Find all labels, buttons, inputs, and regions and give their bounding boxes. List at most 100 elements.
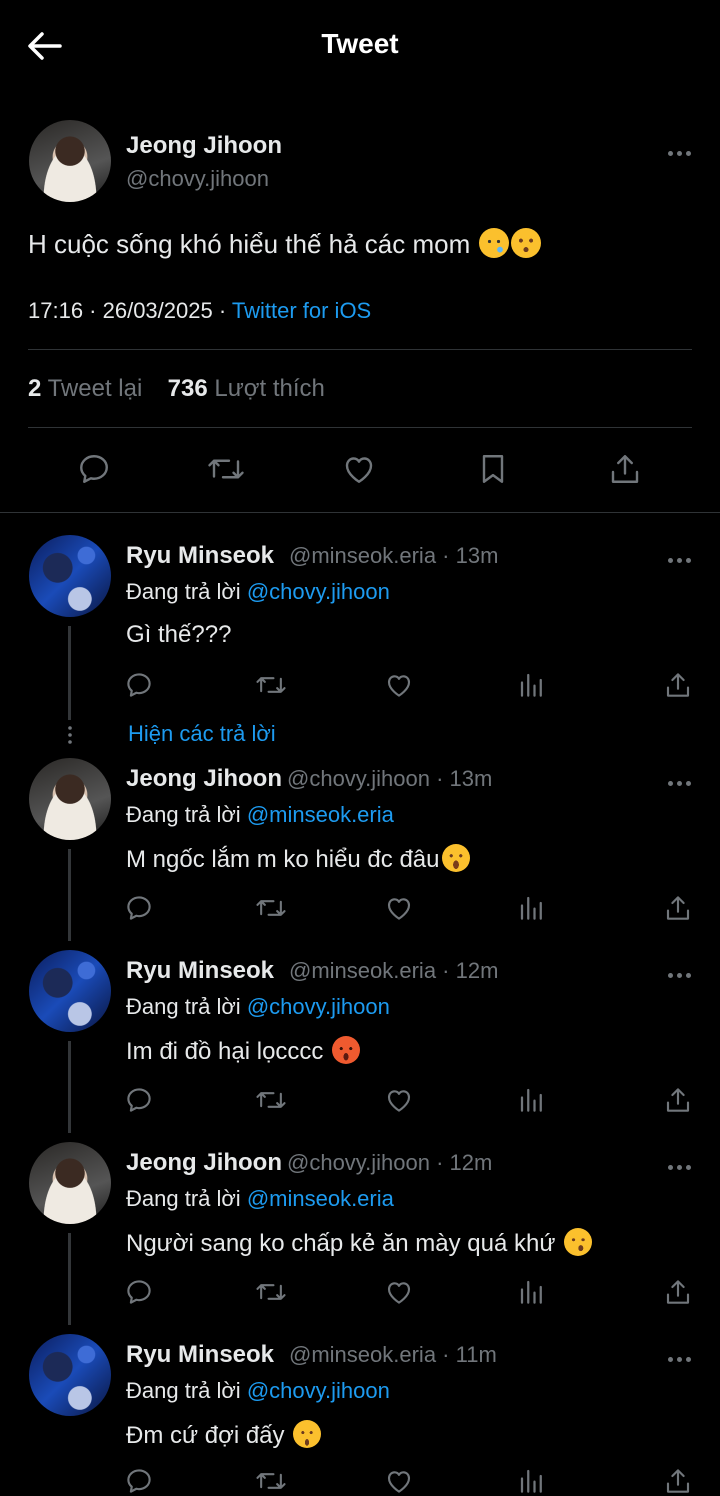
bookmark-icon[interactable] bbox=[475, 451, 511, 487]
views-icon[interactable] bbox=[517, 1277, 547, 1307]
thread-dots-icon bbox=[68, 726, 72, 744]
reply-text-body: M ngốc lắm m ko hiểu đc đâu bbox=[126, 846, 440, 873]
reply-author-name[interactable]: Jeong Jihoon bbox=[126, 1149, 282, 1177]
weary-face-emoji-icon bbox=[441, 844, 470, 872]
reply-icon[interactable] bbox=[124, 893, 154, 923]
more-options-icon[interactable] bbox=[668, 773, 698, 786]
share-icon[interactable] bbox=[663, 1277, 693, 1307]
replying-prefix: Đang trả lời bbox=[126, 994, 247, 1019]
replying-to-handle[interactable]: @chovy.jihoon bbox=[247, 1378, 390, 1403]
replying-to: Đang trả lời @chovy.jihoon bbox=[126, 579, 390, 605]
retweet-icon[interactable] bbox=[255, 893, 287, 923]
views-icon[interactable] bbox=[517, 893, 547, 923]
like-count[interactable]: 736 bbox=[168, 375, 208, 402]
share-icon[interactable] bbox=[607, 451, 643, 487]
share-icon[interactable] bbox=[663, 893, 693, 923]
tweet-text: H cuộc sống khó hiểu thế hả các mom bbox=[28, 228, 542, 260]
like-icon[interactable] bbox=[384, 1085, 414, 1115]
thread-line bbox=[68, 626, 71, 720]
tweet-client-link[interactable]: Twitter for iOS bbox=[232, 298, 371, 323]
divider bbox=[28, 349, 692, 350]
avatar[interactable] bbox=[29, 535, 111, 617]
page-title: Tweet bbox=[321, 28, 399, 59]
reply-text-body: Im đi đồ hại lọcccc bbox=[126, 1038, 331, 1065]
views-icon[interactable] bbox=[517, 1466, 547, 1496]
reply-icon[interactable] bbox=[124, 670, 154, 700]
replying-to: Đang trả lời @chovy.jihoon bbox=[126, 994, 390, 1020]
reply-icon[interactable] bbox=[76, 451, 112, 487]
reply-icon[interactable] bbox=[124, 1277, 154, 1307]
avatar[interactable] bbox=[29, 1142, 111, 1224]
retweet-icon[interactable] bbox=[255, 1466, 287, 1496]
replying-to-handle[interactable]: @chovy.jihoon bbox=[247, 994, 390, 1019]
reply-author-handle[interactable]: @minseok.eria · 11m bbox=[289, 1342, 497, 1368]
retweet-icon[interactable] bbox=[255, 1277, 287, 1307]
views-icon[interactable] bbox=[517, 670, 547, 700]
replying-to-handle[interactable]: @minseok.eria bbox=[247, 1186, 394, 1211]
divider bbox=[28, 427, 692, 428]
reply-text: M ngốc lắm m ko hiểu đc đâu bbox=[126, 844, 470, 874]
smirking-face-emoji-icon bbox=[564, 1228, 593, 1256]
retweet-count[interactable]: 2 bbox=[28, 375, 41, 402]
thread-line bbox=[68, 849, 71, 941]
reply-author-name[interactable]: Jeong Jihoon bbox=[126, 765, 282, 793]
share-icon[interactable] bbox=[663, 1466, 693, 1496]
reply-text: Đm cứ đợi đấy bbox=[126, 1420, 322, 1450]
reply-author-handle[interactable]: @minseok.eria · 12m bbox=[289, 958, 498, 984]
share-icon[interactable] bbox=[663, 670, 693, 700]
avatar[interactable] bbox=[29, 758, 111, 840]
reply-text-body: Người sang ko chấp kẻ ăn mày quá khứ bbox=[126, 1230, 563, 1257]
reply-author-handle[interactable]: @chovy.jihoon · 13m bbox=[287, 766, 492, 792]
retweet-icon[interactable] bbox=[255, 670, 287, 700]
reply-author-name[interactable]: Ryu Minseok bbox=[126, 957, 274, 985]
reply-author-handle[interactable]: @chovy.jihoon · 12m bbox=[287, 1150, 492, 1176]
retweet-label[interactable]: Tweet lại bbox=[48, 375, 143, 402]
more-options-icon[interactable] bbox=[668, 1157, 698, 1170]
replying-to-handle[interactable]: @chovy.jihoon bbox=[247, 579, 390, 604]
avatar[interactable] bbox=[29, 120, 111, 202]
thread-line bbox=[68, 1233, 71, 1325]
share-icon[interactable] bbox=[663, 1085, 693, 1115]
reply-text-body: Đm cứ đợi đấy bbox=[126, 1422, 292, 1449]
divider bbox=[0, 512, 720, 513]
more-options-icon[interactable] bbox=[668, 143, 698, 156]
author-name[interactable]: Jeong Jihoon bbox=[126, 132, 282, 160]
engagement-stats: 2 Tweet lại 736 Lượt thích bbox=[28, 375, 325, 403]
replying-prefix: Đang trả lời bbox=[126, 579, 247, 604]
crying-face-emoji-icon bbox=[479, 228, 510, 258]
like-icon[interactable] bbox=[384, 1277, 414, 1307]
thread-line bbox=[68, 1041, 71, 1133]
tweet-timestamp: 17:16 · 26/03/2025 · bbox=[28, 298, 232, 323]
reply-author-name[interactable]: Ryu Minseok bbox=[126, 542, 274, 570]
retweet-icon[interactable] bbox=[255, 1085, 287, 1115]
angry-face-emoji-icon bbox=[332, 1036, 361, 1064]
like-label[interactable]: Lượt thích bbox=[214, 375, 325, 402]
tweet-metadata: 17:16 · 26/03/2025 · Twitter for iOS bbox=[28, 298, 371, 324]
like-icon[interactable] bbox=[384, 1466, 414, 1496]
author-handle[interactable]: @chovy.jihoon bbox=[126, 166, 269, 192]
more-options-icon[interactable] bbox=[668, 965, 698, 978]
reply-icon[interactable] bbox=[124, 1466, 154, 1496]
replying-to: Đang trả lời @minseok.eria bbox=[126, 1186, 394, 1212]
reply-author-name[interactable]: Ryu Minseok bbox=[126, 1341, 274, 1369]
retweet-icon[interactable] bbox=[206, 451, 246, 487]
replying-to-handle[interactable]: @minseok.eria bbox=[247, 802, 394, 827]
more-options-icon[interactable] bbox=[668, 550, 698, 563]
replying-to: Đang trả lời @chovy.jihoon bbox=[126, 1378, 390, 1404]
reply-text: Im đi đồ hại lọcccc bbox=[126, 1036, 361, 1066]
avatar[interactable] bbox=[29, 950, 111, 1032]
show-replies-link[interactable]: Hiện các trả lời bbox=[128, 721, 276, 747]
reply-text: Người sang ko chấp kẻ ăn mày quá khứ bbox=[126, 1228, 593, 1258]
replying-prefix: Đang trả lời bbox=[126, 1378, 247, 1403]
top-bar: Tweet bbox=[0, 0, 720, 92]
reply-author-handle[interactable]: @minseok.eria · 13m bbox=[289, 543, 498, 569]
replying-prefix: Đang trả lời bbox=[126, 802, 247, 827]
like-icon[interactable] bbox=[341, 451, 377, 487]
like-icon[interactable] bbox=[384, 670, 414, 700]
avatar[interactable] bbox=[29, 1334, 111, 1416]
like-icon[interactable] bbox=[384, 893, 414, 923]
reply-icon[interactable] bbox=[124, 1085, 154, 1115]
more-options-icon[interactable] bbox=[668, 1349, 698, 1362]
views-icon[interactable] bbox=[517, 1085, 547, 1115]
frowning-face-emoji-icon bbox=[293, 1420, 322, 1448]
